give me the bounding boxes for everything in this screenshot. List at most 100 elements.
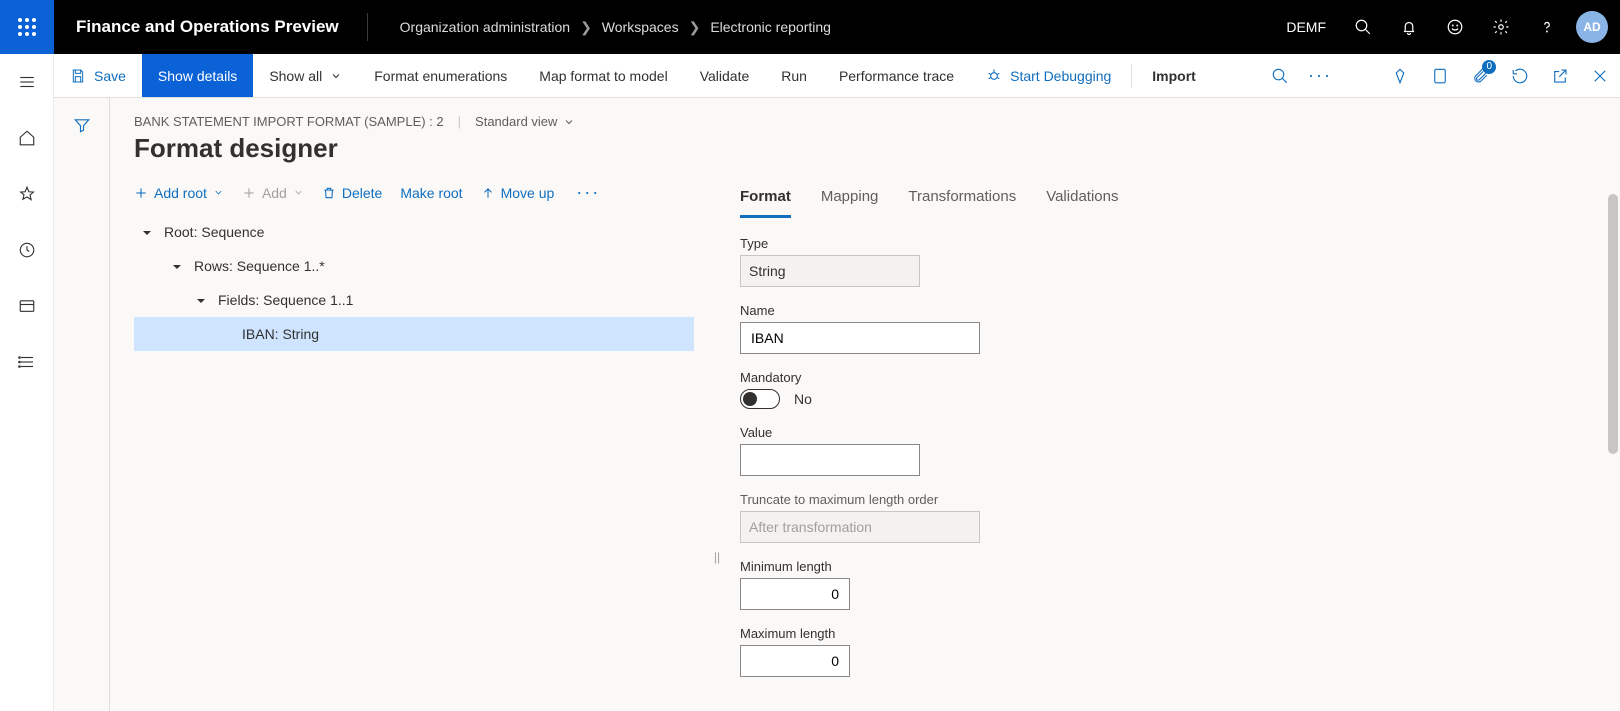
nav-modules-button[interactable] xyxy=(0,346,53,378)
format-tree: Root: Sequence Rows: Sequence 1..* Field… xyxy=(134,215,694,351)
chevron-down-icon xyxy=(330,70,342,82)
search-icon xyxy=(1354,18,1372,36)
app-launcher-button[interactable] xyxy=(0,0,54,54)
type-label: Type xyxy=(740,236,1580,251)
validate-button[interactable]: Validate xyxy=(684,54,766,97)
breadcrumb: Organization administration ❯ Workspaces… xyxy=(374,19,831,36)
start-debugging-button[interactable]: Start Debugging xyxy=(970,54,1127,97)
chevron-right-icon: ❯ xyxy=(580,19,592,36)
search-button[interactable] xyxy=(1340,0,1386,54)
format-enumerations-button[interactable]: Format enumerations xyxy=(358,54,523,97)
format-enum-label: Format enumerations xyxy=(374,68,507,84)
tree-node-root[interactable]: Root: Sequence xyxy=(134,215,694,249)
feedback-button[interactable] xyxy=(1432,0,1478,54)
tab-transformations[interactable]: Transformations xyxy=(908,182,1016,217)
min-length-textbox[interactable] xyxy=(749,579,841,609)
tab-mapping[interactable]: Mapping xyxy=(821,182,879,217)
max-length-input[interactable] xyxy=(740,645,850,677)
nav-collapse-button[interactable] xyxy=(0,66,53,98)
nav-home-button[interactable] xyxy=(0,122,53,154)
add-root-button[interactable]: Add root xyxy=(134,185,224,201)
action-bar-separator xyxy=(1131,64,1132,88)
breadcrumb-workspaces[interactable]: Workspaces xyxy=(602,19,679,35)
filter-button[interactable] xyxy=(73,116,91,711)
attachments-button[interactable]: 0 xyxy=(1460,54,1500,97)
tab-validations[interactable]: Validations xyxy=(1046,182,1118,217)
more-actions-button[interactable]: ··· xyxy=(1300,54,1340,97)
clock-icon xyxy=(18,241,36,259)
name-textbox[interactable] xyxy=(749,323,971,353)
nav-favorites-button[interactable] xyxy=(0,178,53,210)
value-textbox[interactable] xyxy=(749,445,911,475)
chevron-down-icon xyxy=(293,187,304,198)
plus-icon xyxy=(242,186,256,200)
mandatory-toggle[interactable] xyxy=(740,389,780,409)
page-title: Format designer xyxy=(134,133,1620,164)
delete-button[interactable]: Delete xyxy=(322,185,382,201)
tree-node-rows[interactable]: Rows: Sequence 1..* xyxy=(134,249,694,283)
min-length-label: Minimum length xyxy=(740,559,1580,574)
header-separator xyxy=(367,13,368,41)
min-length-input[interactable] xyxy=(740,578,850,610)
splitter-handle[interactable]: || xyxy=(714,402,720,711)
value-input[interactable] xyxy=(740,444,920,476)
arrow-up-icon xyxy=(481,186,495,200)
run-button[interactable]: Run xyxy=(765,54,823,97)
save-button[interactable]: Save xyxy=(54,54,142,97)
find-button[interactable] xyxy=(1260,54,1300,97)
tree-node-label: Fields: Sequence 1..1 xyxy=(218,292,353,308)
type-value: String xyxy=(740,255,920,287)
max-length-textbox[interactable] xyxy=(749,646,841,676)
map-format-button[interactable]: Map format to model xyxy=(523,54,683,97)
close-icon xyxy=(1591,67,1609,85)
show-all-label: Show all xyxy=(269,68,322,84)
popout-button[interactable] xyxy=(1540,54,1580,97)
nav-workspaces-button[interactable] xyxy=(0,290,53,322)
diamond-icon xyxy=(1391,67,1409,85)
tree-more-button[interactable]: ··· xyxy=(572,182,604,203)
move-up-button[interactable]: Move up xyxy=(481,185,555,201)
filter-column xyxy=(54,98,110,711)
collapse-icon[interactable] xyxy=(196,293,210,307)
options-button[interactable] xyxy=(1380,54,1420,97)
add-label: Add xyxy=(262,185,287,201)
tree-toolbar: Add root Add Delete Make root xyxy=(134,182,694,203)
legal-entity-label[interactable]: DEMF xyxy=(1272,19,1340,35)
name-input[interactable] xyxy=(740,322,980,354)
hamburger-icon xyxy=(18,73,36,91)
run-label: Run xyxy=(781,68,807,84)
refresh-button[interactable] xyxy=(1500,54,1540,97)
collapse-icon[interactable] xyxy=(172,259,186,273)
tab-format[interactable]: Format xyxy=(740,182,791,218)
import-button[interactable]: Import xyxy=(1136,54,1212,97)
bell-icon xyxy=(1400,18,1418,36)
start-debug-label: Start Debugging xyxy=(1010,68,1111,84)
help-icon xyxy=(1538,18,1556,36)
scrollbar[interactable] xyxy=(1608,194,1618,454)
close-button[interactable] xyxy=(1580,54,1620,97)
add-button: Add xyxy=(242,185,304,201)
workspace-icon xyxy=(18,297,36,315)
tree-node-iban[interactable]: IBAN: String xyxy=(134,317,694,351)
collapse-icon[interactable] xyxy=(142,225,156,239)
tree-node-fields[interactable]: Fields: Sequence 1..1 xyxy=(134,283,694,317)
user-avatar[interactable]: AD xyxy=(1576,11,1608,43)
mandatory-label: Mandatory xyxy=(740,370,1580,385)
view-selector[interactable]: Standard view xyxy=(475,114,575,129)
make-root-button[interactable]: Make root xyxy=(400,185,462,201)
truncate-label: Truncate to maximum length order xyxy=(740,492,1580,507)
modules-icon xyxy=(18,353,36,371)
breadcrumb-org-admin[interactable]: Organization administration xyxy=(400,19,570,35)
show-details-button[interactable]: Show details xyxy=(142,54,253,97)
nav-recent-button[interactable] xyxy=(0,234,53,266)
show-all-button[interactable]: Show all xyxy=(253,54,358,97)
performance-trace-button[interactable]: Performance trace xyxy=(823,54,970,97)
settings-button[interactable] xyxy=(1478,0,1524,54)
page-options-button[interactable] xyxy=(1420,54,1460,97)
gear-icon xyxy=(1492,18,1510,36)
debug-icon xyxy=(986,68,1002,84)
breadcrumb-er[interactable]: Electronic reporting xyxy=(710,19,831,35)
help-button[interactable] xyxy=(1524,0,1570,54)
truncate-value: After transformation xyxy=(740,511,980,543)
notifications-button[interactable] xyxy=(1386,0,1432,54)
